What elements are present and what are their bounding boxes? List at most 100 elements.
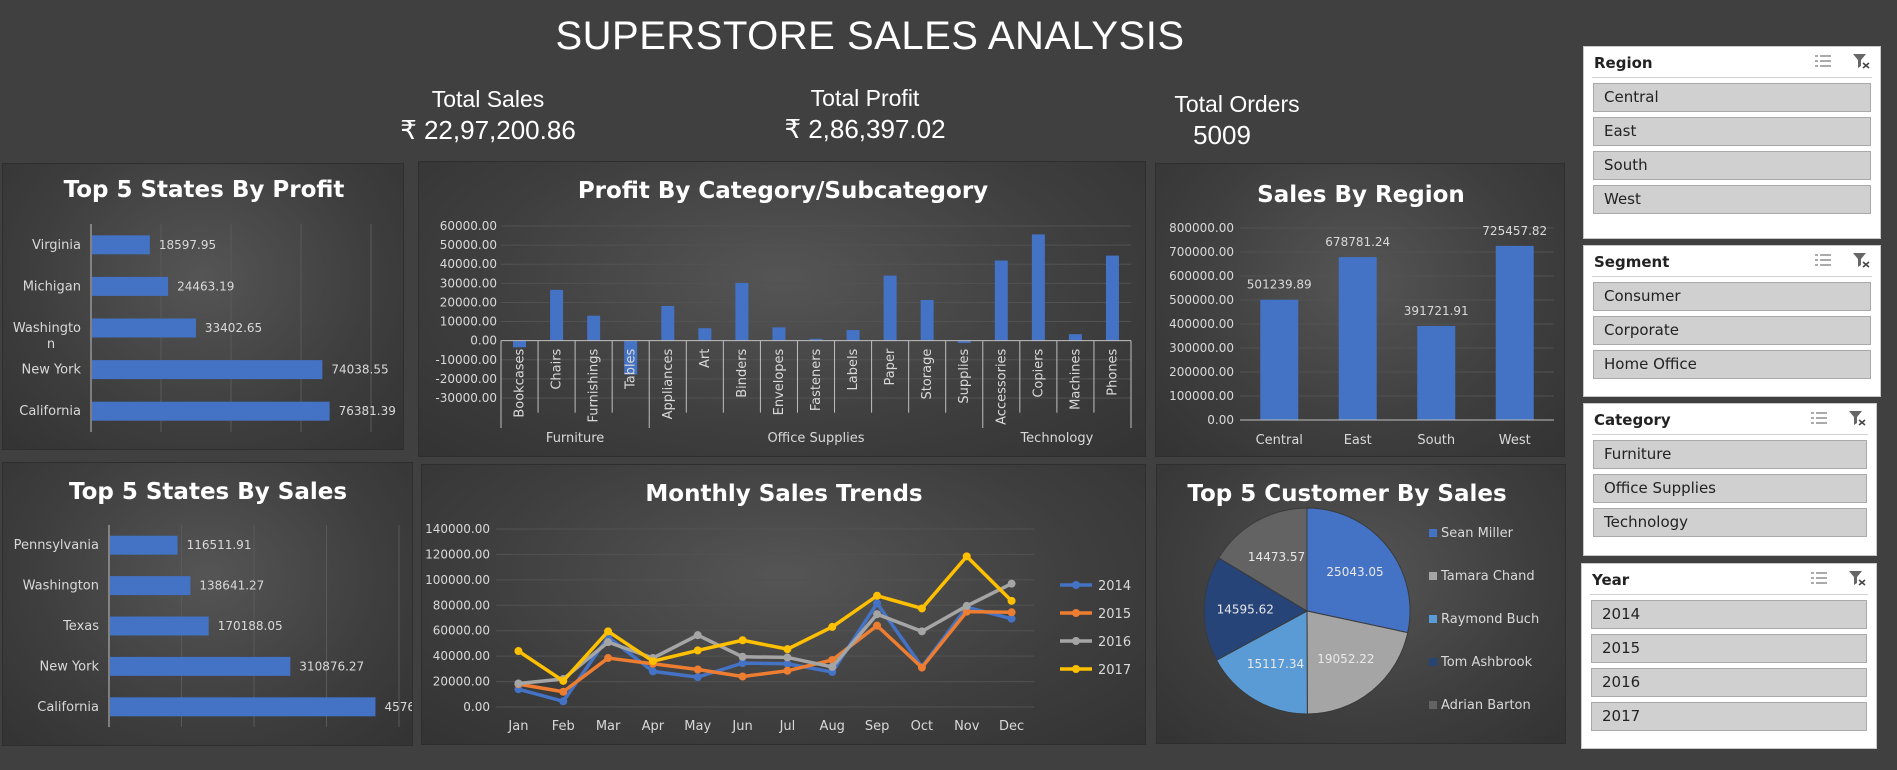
slicer-item-east[interactable]: East <box>1593 117 1871 146</box>
data-label: 725457.82 <box>1482 224 1547 238</box>
data-label: 24463.19 <box>177 279 234 293</box>
data-label: 501239.89 <box>1247 278 1312 292</box>
data-point <box>962 601 971 610</box>
category-label: Envelopes <box>772 348 787 415</box>
category-label: Fasteners <box>809 348 824 411</box>
chart-title: Top 5 Customer By Sales <box>1187 481 1506 507</box>
bar <box>1495 245 1534 420</box>
category-label: Appliances <box>661 348 676 419</box>
slicer-title: Segment <box>1594 253 1670 271</box>
bar <box>735 282 749 341</box>
y-tick-label: -10000.00 <box>435 353 497 367</box>
category-label: Phones <box>1105 348 1120 395</box>
y-tick-label: -30000.00 <box>435 391 497 405</box>
y-tick-label: 10000.00 <box>440 315 497 329</box>
legend-marker <box>1072 581 1080 589</box>
data-point <box>783 653 792 662</box>
slicer-item-2014[interactable]: 2014 <box>1591 600 1867 629</box>
data-point <box>693 665 702 674</box>
slicer-item-consumer[interactable]: Consumer <box>1593 282 1871 311</box>
slicer-item-home-office[interactable]: Home Office <box>1593 350 1871 379</box>
bar <box>110 616 209 636</box>
data-label: 14473.57 <box>1248 550 1305 564</box>
data-point <box>917 604 926 613</box>
series-line <box>517 601 1013 704</box>
bar <box>110 697 376 717</box>
slicer-year: Year 2014 2015 2016 2017 <box>1581 563 1877 749</box>
category-label: Washington <box>23 579 99 594</box>
data-point <box>783 645 792 654</box>
data-point <box>648 667 657 676</box>
legend-label: Adrian Barton <box>1441 698 1531 713</box>
data-label: 138641.27 <box>199 579 264 593</box>
y-tick-label: 600000.00 <box>1169 269 1234 283</box>
legend-swatch <box>1429 529 1437 537</box>
legend-label: 2014 <box>1098 579 1131 594</box>
group-label: Technology <box>1019 431 1093 446</box>
data-point <box>873 621 882 630</box>
y-tick-label: 120000.00 <box>425 547 490 561</box>
kpi-total-sales: Total Sales ₹ 22,97,200.86 <box>388 86 588 146</box>
data-label: 33402.65 <box>205 321 262 335</box>
x-tick-label: Apr <box>642 719 665 734</box>
data-point <box>828 662 837 671</box>
data-label: 15117.34 <box>1247 657 1304 671</box>
y-tick-label: 100000.00 <box>1169 389 1234 403</box>
category-label: Labels <box>846 348 861 390</box>
category-label: New York <box>39 659 99 674</box>
data-label: 170188.05 <box>218 619 283 633</box>
y-tick-label: 40000.00 <box>433 649 490 663</box>
y-tick-label: 0.00 <box>1207 413 1234 427</box>
x-tick-label: Jan <box>507 719 528 734</box>
multi-select-icon[interactable] <box>1814 252 1832 268</box>
multi-select-icon[interactable] <box>1810 570 1828 586</box>
multi-select-icon[interactable] <box>1810 410 1828 426</box>
kpi-label: Total Orders <box>1174 91 1300 117</box>
data-point <box>559 676 568 685</box>
bar <box>1068 334 1082 341</box>
chart-title: Sales By Region <box>1257 182 1465 208</box>
bar <box>846 330 860 341</box>
slicer-item-corporate[interactable]: Corporate <box>1593 316 1871 345</box>
legend-swatch <box>1429 658 1437 666</box>
slicer-item-furniture[interactable]: Furniture <box>1593 440 1867 469</box>
slicer-item-2015[interactable]: 2015 <box>1591 634 1867 663</box>
x-tick-label: May <box>684 719 711 734</box>
data-point <box>917 627 926 636</box>
clear-filter-icon[interactable] <box>1852 53 1870 69</box>
multi-select-icon[interactable] <box>1814 53 1832 69</box>
legend-label: 2017 <box>1098 663 1131 678</box>
panel-sales-region: Sales By Region 800000.00 700000.00 600000.… <box>1155 163 1565 457</box>
slicer-item-2016[interactable]: 2016 <box>1591 668 1867 697</box>
data-point <box>828 622 837 631</box>
legend-label: Tamara Chand <box>1440 569 1535 584</box>
slicer-item-2017[interactable]: 2017 <box>1591 702 1867 731</box>
bar <box>92 235 150 255</box>
kpi-label: Total Sales <box>431 86 545 112</box>
slicer-item-south[interactable]: South <box>1593 151 1871 180</box>
bar <box>513 340 527 348</box>
dashboard-title: SUPERSTORE SALES ANALYSIS <box>555 14 1185 58</box>
bar <box>1031 234 1045 341</box>
category-label: Chairs <box>550 348 565 389</box>
y-tick-label: 20000.00 <box>433 675 490 689</box>
clear-filter-icon[interactable] <box>1848 410 1866 426</box>
panel-top-customers: Top 5 Customer By Sales 25043.05 19052.22 1… <box>1156 464 1566 744</box>
slicer-item-west[interactable]: West <box>1593 185 1871 214</box>
x-tick-label: Jun <box>731 719 752 734</box>
data-point <box>783 666 792 675</box>
y-tick-label: 200000.00 <box>1169 365 1234 379</box>
clear-filter-icon[interactable] <box>1848 570 1866 586</box>
y-tick-label: 0.00 <box>463 700 490 714</box>
slicer-item-technology[interactable]: Technology <box>1593 508 1867 537</box>
x-tick-label: Sep <box>865 719 890 734</box>
slicer-title: Category <box>1594 411 1671 429</box>
data-point <box>1007 596 1016 605</box>
clear-filter-icon[interactable] <box>1852 252 1870 268</box>
y-tick-label: 700000.00 <box>1169 245 1234 259</box>
y-tick-label: 30000.00 <box>440 276 497 290</box>
slicer-item-central[interactable]: Central <box>1593 83 1871 112</box>
data-label: 25043.05 <box>1326 565 1383 579</box>
slicer-item-office-supplies[interactable]: Office Supplies <box>1593 474 1867 503</box>
x-tick-label: Jul <box>779 719 796 734</box>
